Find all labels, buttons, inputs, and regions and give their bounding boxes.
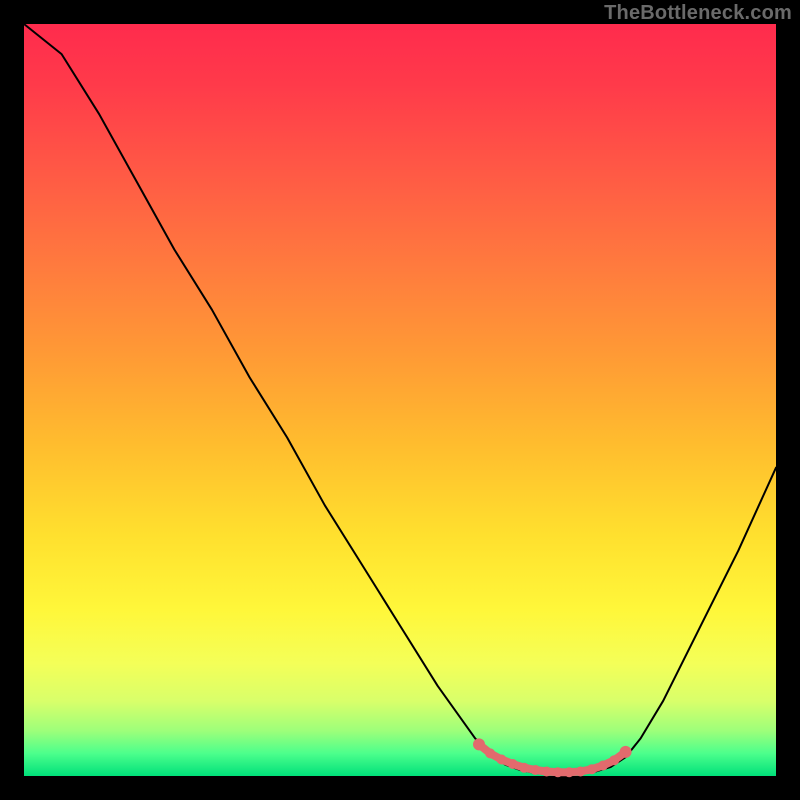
- highlight-band: [473, 738, 632, 777]
- chart-stage: TheBottleneck.com: [0, 0, 800, 800]
- plot-area: [24, 24, 776, 776]
- chart-svg: [24, 24, 776, 776]
- watermark-text: TheBottleneck.com: [604, 2, 792, 25]
- main-curve: [24, 24, 776, 775]
